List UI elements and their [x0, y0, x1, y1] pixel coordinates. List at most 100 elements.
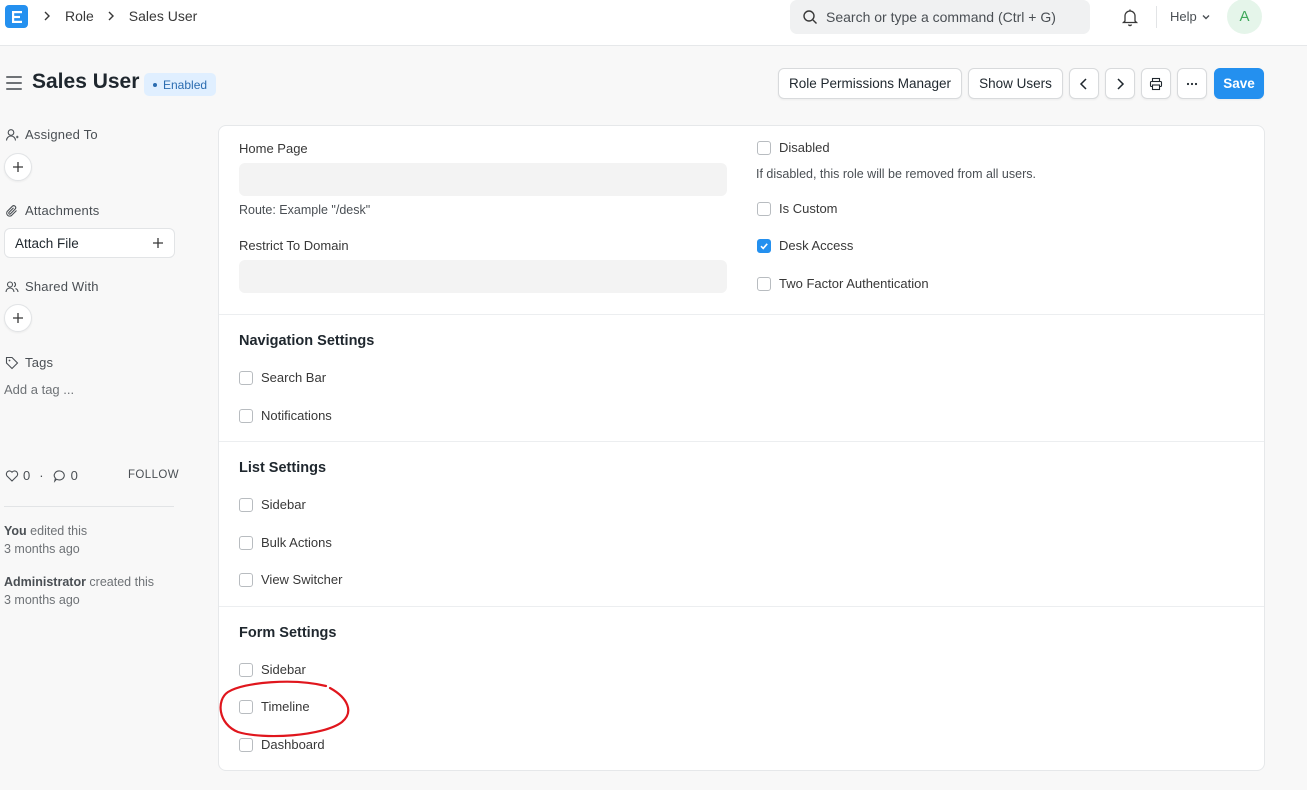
is-custom-checkbox[interactable]: Is Custom [757, 201, 838, 216]
checkbox-box[interactable] [239, 737, 253, 752]
list-sidebar-checkbox[interactable]: Sidebar [239, 497, 306, 512]
checkbox-label: Notifications [261, 408, 332, 423]
heart-icon[interactable] [5, 469, 19, 483]
checkbox-box[interactable] [239, 535, 253, 550]
activity-actor: You [4, 524, 27, 538]
add-assignee-button[interactable] [4, 153, 32, 181]
show-users-button[interactable]: Show Users [968, 68, 1063, 99]
tag-icon [5, 356, 19, 370]
checkbox-box[interactable] [239, 497, 253, 512]
previous-record-button[interactable] [1069, 68, 1099, 99]
activity-time: 3 months ago [4, 593, 80, 607]
separator-dot: · [39, 468, 44, 483]
checkbox-box[interactable] [757, 201, 771, 216]
list-settings-title: List Settings [239, 460, 327, 476]
checkmark-icon [760, 242, 768, 250]
add-tag-link[interactable]: Add a tag ... [4, 382, 74, 397]
checkbox-label: Bulk Actions [261, 535, 332, 550]
shared-with-section: Shared With [5, 279, 99, 294]
checkbox-box[interactable] [239, 370, 253, 385]
chevron-right-icon [42, 9, 56, 23]
follow-button[interactable]: FOLLOW [128, 469, 179, 481]
checkbox-label: View Switcher [261, 572, 343, 587]
print-button[interactable] [1141, 68, 1171, 99]
is-custom-label: Is Custom [779, 201, 838, 216]
checkbox-label: Sidebar [261, 497, 306, 512]
desk-access-checkbox[interactable]: Desk Access [757, 238, 853, 253]
desk-access-label: Desk Access [779, 238, 854, 253]
form-card [218, 125, 1265, 771]
bulk-actions-checkbox[interactable]: Bulk Actions [239, 535, 332, 550]
comments-count: 0 [70, 468, 78, 483]
search-icon [802, 9, 818, 25]
checkbox-box[interactable] [239, 408, 253, 423]
page-title: Sales User [32, 70, 140, 93]
chevron-down-icon [1201, 12, 1211, 22]
comment-icon[interactable] [53, 469, 67, 483]
activity-action: created this [85, 575, 155, 589]
likes-comments: 0 · 0 [5, 468, 78, 483]
timeline-checkbox[interactable]: Timeline [239, 699, 310, 714]
checkbox-box[interactable] [239, 699, 253, 714]
tags-label: Tags [25, 355, 54, 370]
search-placeholder: Search or type a command (Ctrl + G) [826, 9, 1056, 25]
checkbox-box-checked[interactable] [757, 238, 771, 253]
restrict-domain-label: Restrict To Domain [239, 238, 349, 253]
checkbox-box[interactable] [239, 662, 253, 677]
bell-icon[interactable] [1120, 7, 1140, 27]
next-record-button[interactable] [1105, 68, 1135, 99]
activity-item: Administrator created this 3 months ago [4, 573, 154, 609]
chevron-right-icon [1117, 77, 1125, 90]
assigned-to-label: Assigned To [25, 127, 98, 142]
dashboard-checkbox[interactable]: Dashboard [239, 737, 325, 752]
form-sidebar-checkbox[interactable]: Sidebar [239, 662, 306, 677]
search-bar-checkbox[interactable]: Search Bar [239, 370, 326, 385]
restrict-domain-input[interactable] [239, 260, 727, 293]
app-logo[interactable] [5, 5, 28, 28]
disabled-checkbox[interactable]: Disabled [757, 140, 830, 155]
form-settings-title: Form Settings [239, 625, 337, 641]
attach-file-label: Attach File [15, 235, 79, 251]
tags-section: Tags [5, 355, 53, 370]
attachments-label: Attachments [25, 203, 100, 218]
paperclip-icon [5, 204, 19, 218]
help-label: Help [1170, 9, 1197, 24]
two-factor-label: Two Factor Authentication [779, 276, 929, 291]
help-dropdown[interactable]: Help [1170, 9, 1211, 24]
home-page-input[interactable] [239, 163, 727, 196]
checkbox-box[interactable] [757, 140, 771, 155]
checkbox-box[interactable] [757, 276, 771, 291]
disabled-label: Disabled [779, 140, 830, 155]
save-button[interactable]: Save [1214, 68, 1264, 99]
user-avatar[interactable]: A [1227, 0, 1262, 34]
role-permissions-manager-button[interactable]: Role Permissions Manager [778, 68, 962, 99]
status-badge: Enabled [144, 73, 217, 96]
breadcrumb-sales-user[interactable]: Sales User [129, 8, 197, 24]
notifications-checkbox[interactable]: Notifications [239, 408, 332, 423]
checkbox-label: Dashboard [261, 737, 325, 752]
add-share-button[interactable] [4, 304, 32, 332]
breadcrumb-role[interactable]: Role [65, 8, 94, 24]
plus-icon [13, 313, 23, 323]
more-actions-button[interactable] [1177, 68, 1207, 99]
checkbox-label: Sidebar [261, 662, 306, 677]
plus-icon [153, 238, 163, 248]
breadcrumb: Role Sales User [42, 8, 209, 24]
attachments-section: Attachments [5, 203, 99, 218]
assigned-to-section: Assigned To [5, 127, 98, 142]
two-factor-checkbox[interactable]: Two Factor Authentication [757, 276, 929, 291]
view-switcher-checkbox[interactable]: View Switcher [239, 572, 342, 587]
home-page-description: Route: Example "/desk" [239, 203, 371, 217]
likes-count: 0 [23, 468, 31, 483]
search-bar[interactable]: Search or type a command (Ctrl + G) [790, 0, 1090, 34]
shared-with-label: Shared With [25, 279, 99, 294]
status-dot [153, 82, 157, 87]
app-logo-icon [11, 10, 22, 23]
printer-icon [1149, 77, 1163, 90]
checkbox-box[interactable] [239, 572, 253, 587]
home-page-label: Home Page [239, 141, 308, 156]
chevron-right-icon [106, 9, 120, 23]
sidebar-toggle-icon[interactable] [6, 76, 22, 90]
navigation-settings-title: Navigation Settings [239, 333, 375, 349]
attach-file-button[interactable]: Attach File [4, 228, 175, 258]
